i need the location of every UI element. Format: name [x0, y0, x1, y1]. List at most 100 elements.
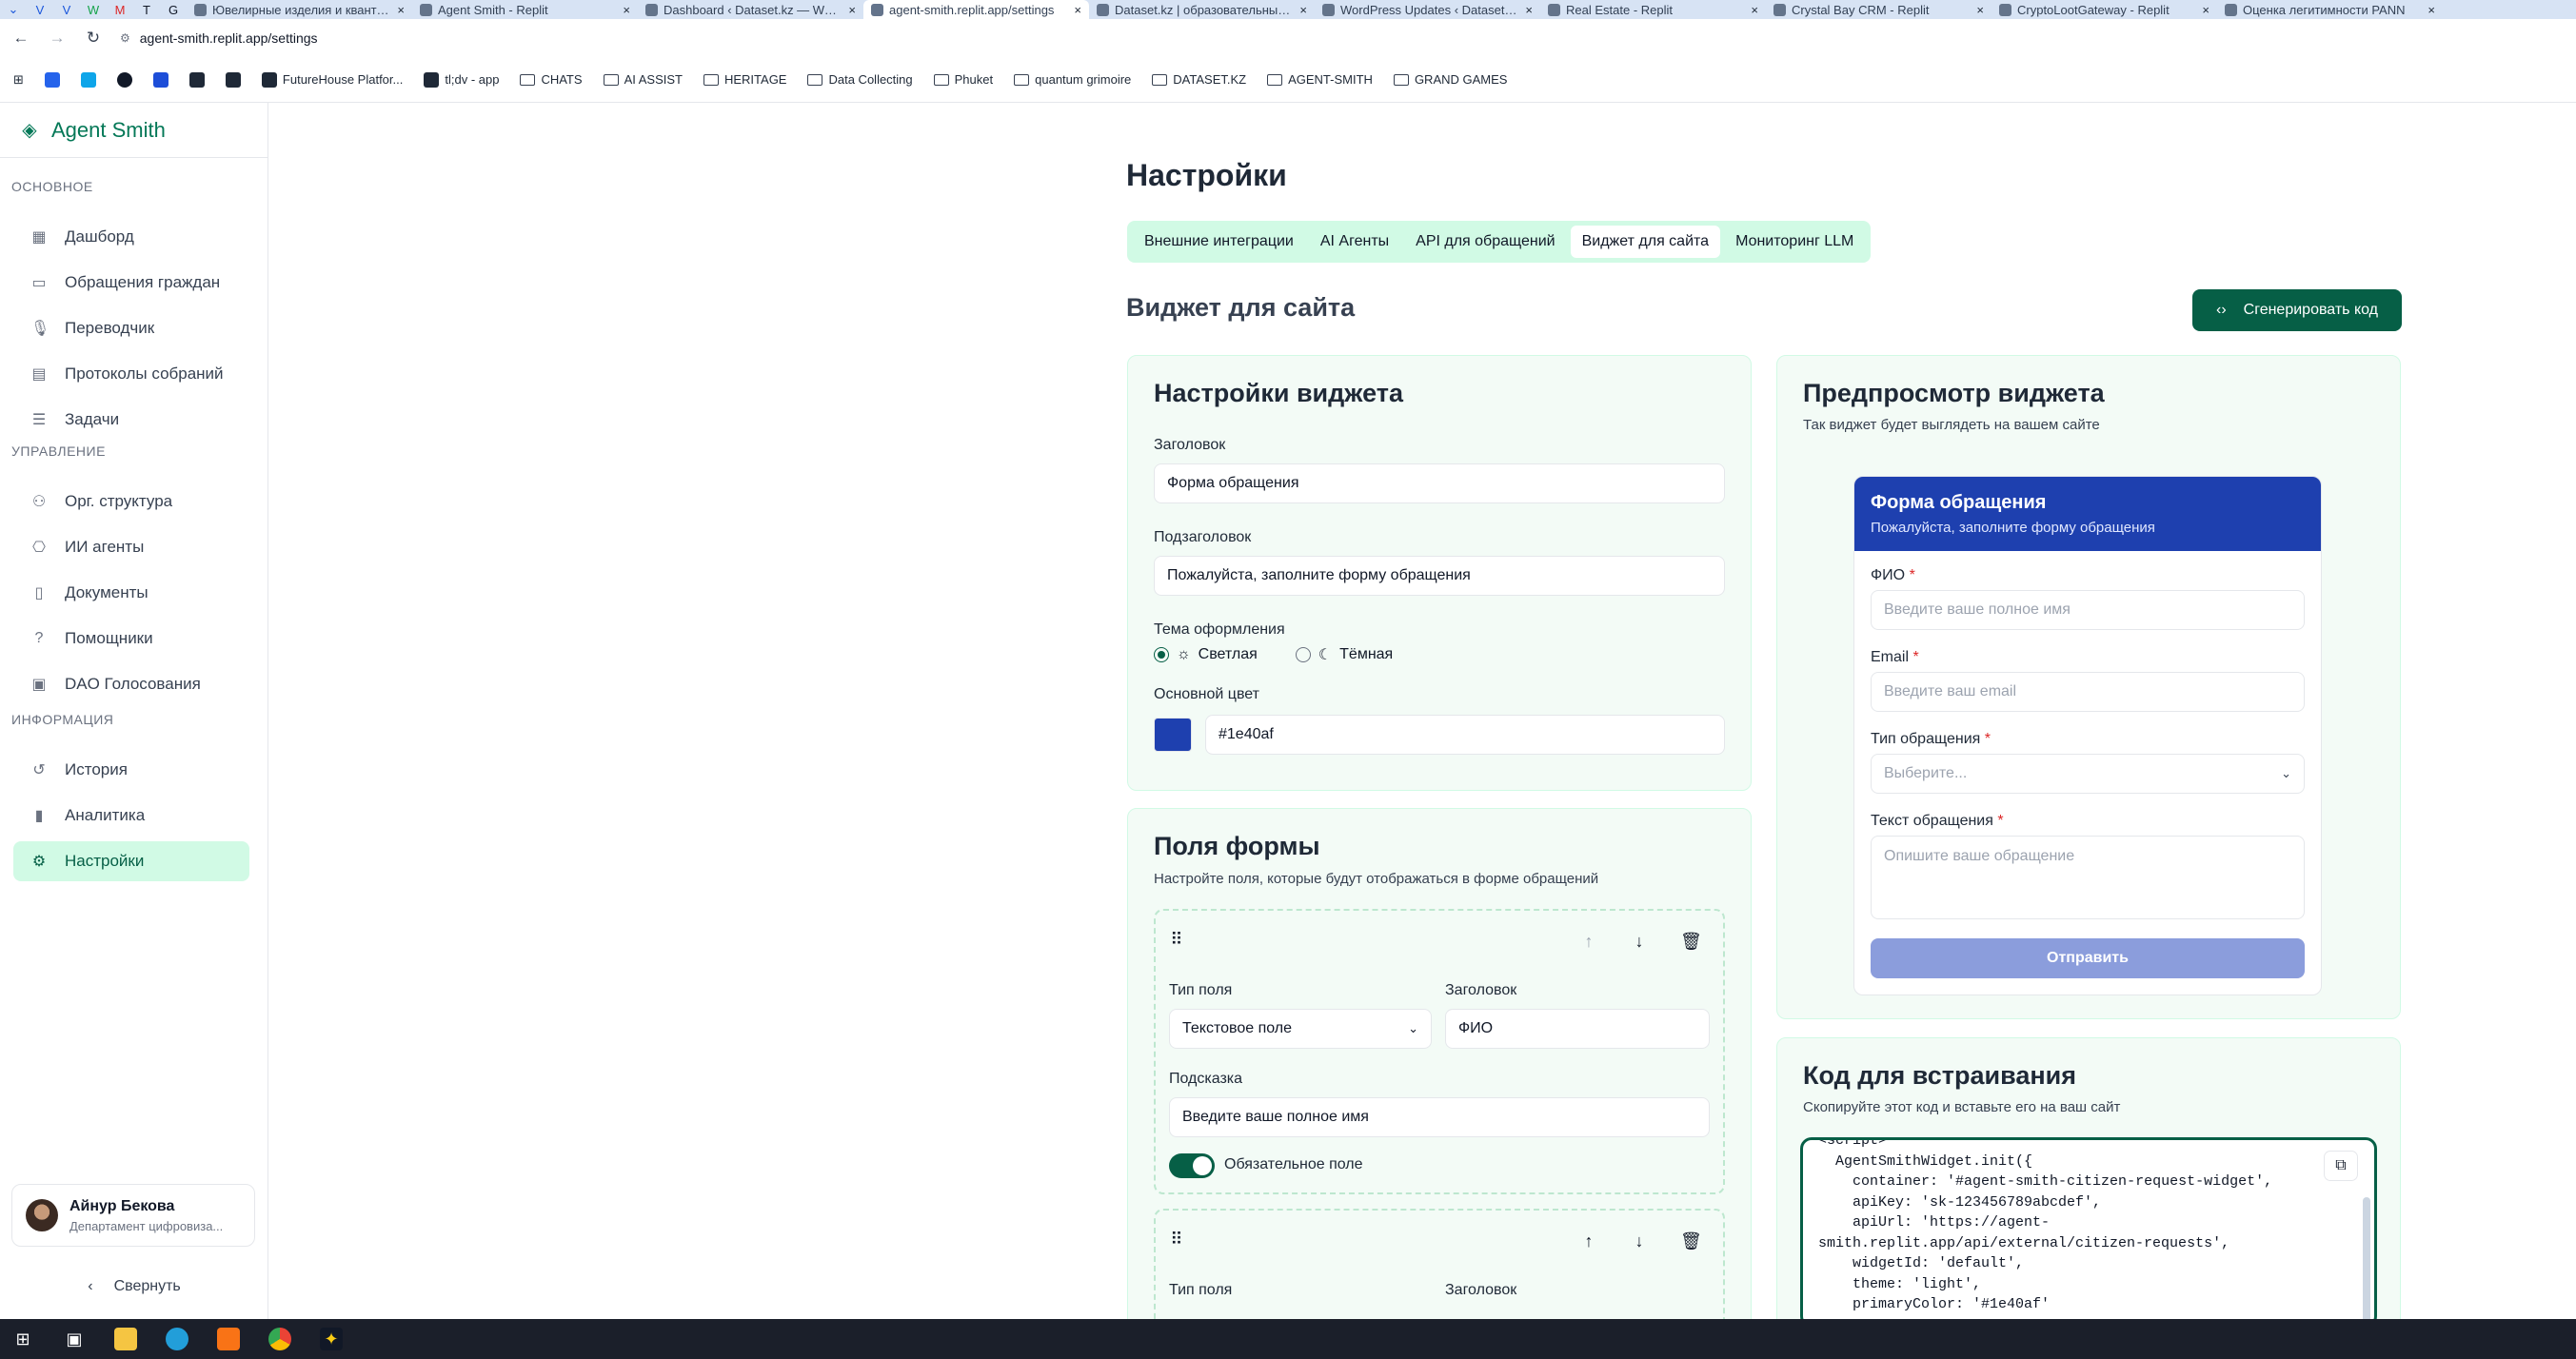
browser-tab[interactable]: WordPress Updates ‹ Dataset.kz × [1315, 0, 1540, 19]
close-icon[interactable]: × [397, 3, 405, 17]
close-icon[interactable]: × [2427, 3, 2435, 17]
pinned-tab[interactable]: T [133, 0, 160, 19]
tab-1[interactable]: Внешние интеграции [1133, 226, 1305, 258]
type-select[interactable]: Выберите... ⌄ [1871, 754, 2305, 794]
tab-3[interactable]: API для обращений [1404, 226, 1566, 258]
bookmark-item[interactable]: FutureHouse Platfor... [261, 71, 403, 88]
sidebar-item[interactable]: ▭ Обращения граждан [13, 263, 249, 303]
sidebar-item[interactable]: ↺ История [13, 750, 249, 790]
bookmark-icon[interactable] [80, 71, 96, 88]
tab-search-icon[interactable]: ⌄ [0, 0, 27, 19]
sidebar-item[interactable]: ▣ DAO Голосования [13, 664, 249, 704]
drag-handle-icon[interactable]: ⠿ [1167, 1230, 1186, 1250]
pinned-tab[interactable]: M [107, 0, 133, 19]
sidebar-item[interactable]: 🎙 Переводчик [13, 308, 249, 348]
pinned-tab[interactable]: G [160, 0, 187, 19]
bookmark-item[interactable]: CHATS [520, 72, 583, 88]
close-icon[interactable]: × [623, 3, 630, 17]
submit-button[interactable]: Отправить [1871, 938, 2305, 978]
color-input[interactable]: #1e40af [1205, 715, 1725, 755]
theme-light-radio[interactable] [1154, 647, 1169, 662]
browser-tab[interactable]: Agent Smith - Replit × [412, 0, 638, 19]
bookmark-item[interactable]: AGENT-SMITH [1267, 72, 1373, 88]
bookmark-item[interactable]: quantum grimoire [1014, 72, 1131, 88]
bookmark-icon[interactable] [44, 71, 60, 88]
field-header-input[interactable]: ФИО [1445, 1009, 1710, 1049]
header-input[interactable]: Форма обращения [1154, 463, 1725, 503]
browser-tab[interactable]: Оценка легитимности PANN × [2217, 0, 2443, 19]
reload-icon[interactable]: ↻ [84, 29, 103, 48]
close-icon[interactable]: × [1074, 3, 1081, 17]
copy-icon[interactable]: ⧉ [2325, 1152, 2357, 1180]
brand[interactable]: ◈ Agent Smith [0, 103, 268, 158]
bookmark-icon[interactable] [116, 71, 132, 88]
browser-tab[interactable]: Dataset.kz | образовательных ... × [1089, 0, 1315, 19]
close-icon[interactable]: × [1751, 3, 1758, 17]
pinned-tab[interactable]: W [80, 0, 107, 19]
collapse-sidebar-button[interactable]: ‹ Свернуть [0, 1266, 268, 1308]
fio-input[interactable]: Введите ваше полное имя [1871, 590, 2305, 630]
site-info-icon[interactable]: ⚙ [120, 31, 130, 45]
chrome-icon[interactable] [268, 1328, 291, 1350]
bookmark-item[interactable]: Data Collecting [807, 72, 913, 88]
drag-handle-icon[interactable]: ⠿ [1167, 930, 1186, 950]
sidebar-item[interactable]: ▮ Аналитика [13, 796, 249, 836]
browser-tab[interactable]: agent-smith.replit.app/settings × [863, 0, 1089, 19]
generate-code-button[interactable]: ‹› Сгенерировать код [2192, 289, 2402, 331]
bookmark-item[interactable]: AI ASSIST [603, 72, 683, 88]
trash-icon[interactable]: 🗑 [1680, 932, 1702, 952]
tab-5[interactable]: Мониторинг LLM [1724, 226, 1865, 258]
bookmark-icon[interactable] [225, 71, 241, 88]
browser-tab[interactable]: CryptoLootGateway - Replit × [1991, 0, 2217, 19]
close-icon[interactable]: × [848, 3, 856, 17]
move-up-icon[interactable]: ↑ [1579, 932, 1598, 952]
sidebar-item[interactable]: ▤ Протоколы собраний [13, 354, 249, 394]
sidebar-item[interactable]: ? Помощники [13, 619, 249, 659]
sidebar-item[interactable]: ⚇ Орг. структура [13, 482, 249, 522]
browser-tab[interactable]: Dashboard ‹ Dataset.kz — Wor... × [638, 0, 863, 19]
app-icon[interactable]: ✦ [320, 1328, 343, 1350]
email-input[interactable]: Введите ваш email [1871, 672, 2305, 712]
code-scrollbar[interactable] [2363, 1197, 2370, 1325]
close-icon[interactable]: × [1525, 3, 1533, 17]
user-card[interactable]: Айнур Бекова Департамент цифровиза... [11, 1184, 255, 1247]
required-toggle[interactable] [1169, 1153, 1215, 1178]
sublime-icon[interactable] [217, 1328, 240, 1350]
bookmark-item[interactable]: GRAND GAMES [1393, 72, 1507, 88]
forward-icon[interactable]: → [48, 29, 67, 48]
apps-icon[interactable]: ⊞ [13, 72, 24, 88]
close-icon[interactable]: × [1976, 3, 1984, 17]
sidebar-item[interactable]: ▦ Дашборд [13, 217, 249, 257]
bookmark-item[interactable]: tl;dv - app [424, 71, 499, 88]
task-view-icon[interactable]: ▣ [63, 1328, 86, 1350]
embed-code-box[interactable]: <script> AgentSmithWidget.init({ contain… [1800, 1137, 2377, 1328]
tab-2[interactable]: AI Агенты [1309, 226, 1400, 258]
browser-tab[interactable]: Crystal Bay CRM - Replit × [1766, 0, 1991, 19]
trash-icon[interactable]: 🗑 [1680, 1231, 1702, 1251]
bookmark-item[interactable]: HERITAGE [703, 72, 786, 88]
browser-tab[interactable]: Real Estate - Replit × [1540, 0, 1766, 19]
move-up-icon[interactable]: ↑ [1579, 1231, 1598, 1251]
browser-tab[interactable]: Ювелирные изделия и квантов... × [187, 0, 412, 19]
field-type-select[interactable]: Текстовое поле ⌄ [1169, 1009, 1432, 1049]
pinned-tab[interactable]: V [53, 0, 80, 19]
sidebar-item[interactable]: ⚙ Настройки [13, 841, 249, 881]
windows-start-icon[interactable]: ⊞ [11, 1328, 34, 1350]
close-icon[interactable]: × [1299, 3, 1307, 17]
close-icon[interactable]: × [2202, 3, 2209, 17]
sidebar-item[interactable]: ▯ Документы [13, 573, 249, 613]
tab-4[interactable]: Виджет для сайта [1570, 226, 1721, 258]
file-explorer-icon[interactable] [114, 1328, 137, 1350]
theme-dark-radio[interactable] [1295, 647, 1311, 662]
sidebar-item[interactable]: ☰ Задачи [13, 400, 249, 440]
color-swatch[interactable] [1154, 718, 1192, 752]
subheader-input[interactable]: Пожалуйста, заполните форму обращения [1154, 556, 1725, 596]
text-textarea[interactable]: Опишите ваше обращение [1871, 836, 2305, 919]
back-icon[interactable]: ← [11, 29, 30, 48]
pinned-tab[interactable]: V [27, 0, 53, 19]
bookmark-item[interactable]: Phuket [933, 72, 993, 88]
url-field[interactable]: ⚙ agent-smith.replit.app/settings [120, 30, 318, 46]
bookmark-icon[interactable] [188, 71, 205, 88]
move-down-icon[interactable]: ↓ [1630, 932, 1649, 952]
telegram-icon[interactable] [166, 1328, 188, 1350]
